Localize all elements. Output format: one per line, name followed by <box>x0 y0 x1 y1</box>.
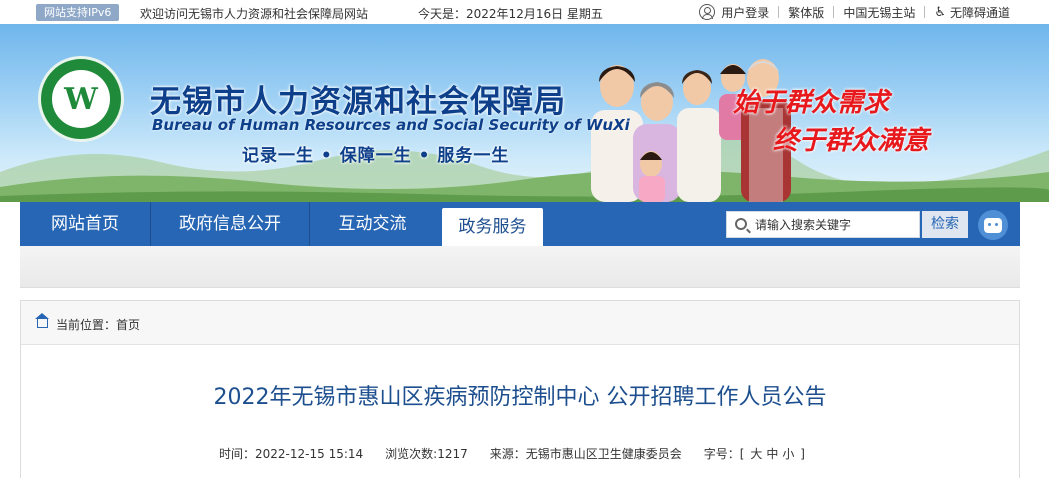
font-size-control: 字号：[ 大中小 ] <box>704 447 805 461</box>
top-links: 用户登录 繁体版 中国无锡主站 ♿ 无障碍通道 <box>690 3 1019 21</box>
views-value: 1217 <box>437 447 468 461</box>
top-bar: 网站支持IPv6 欢迎访问无锡市人力资源和社会保障局网站 今天是：2022年12… <box>0 0 1049 24</box>
font-size-bracket-open: [ <box>739 447 745 461</box>
article-title: 2022年无锡市惠山区疾病预防控制中心 公开招聘工作人员公告 <box>213 385 827 410</box>
today-date: 今天是：2022年12月16日 星期五 <box>418 5 603 22</box>
search-icon <box>735 218 747 230</box>
motto-line-1: 始于群众需求 <box>733 88 890 118</box>
site-title-cn: 无锡市人力资源和社会保障局 <box>150 84 566 120</box>
views-label: 浏览次数: <box>385 447 438 461</box>
nav-item-interaction[interactable]: 互动交流 <box>310 202 435 246</box>
breadcrumb-home-link[interactable]: 首页 <box>116 318 140 332</box>
sub-nav-strip <box>20 246 1020 288</box>
traditional-link[interactable]: 繁体版 <box>779 3 833 21</box>
article-panel: 当前位置：首页 2022年无锡市惠山区疾病预防控制中心 公开招聘工作人员公告 时… <box>20 300 1020 478</box>
user-icon <box>699 4 716 20</box>
banner-slogan: 记录一生 • 保障一生 • 服务一生 <box>242 146 510 166</box>
today-value: 2022年12月16日 星期五 <box>466 7 603 21</box>
ipv6-badge: 网站支持IPv6 <box>36 4 120 21</box>
breadcrumb-label: 当前位置： <box>56 318 117 332</box>
breadcrumb: 当前位置：首页 <box>21 301 1019 345</box>
accessibility-label: 无障碍通道 <box>949 5 1010 20</box>
bureau-logo[interactable]: W <box>38 56 124 142</box>
search-button[interactable]: 检索 <box>922 211 968 238</box>
article-meta: 时间：2022-12-15 15:14 浏览次数:1217 来源：无锡市惠山区卫生健… <box>219 445 805 462</box>
login-link[interactable]: 用户登录 <box>690 3 778 21</box>
accessibility-icon: ♿ <box>934 4 946 20</box>
wuxi-site-link[interactable]: 中国无锡主站 <box>834 3 924 21</box>
home-icon <box>35 313 49 328</box>
today-label: 今天是： <box>418 7 467 21</box>
assistant-robot-icon[interactable] <box>978 210 1008 240</box>
logo-emblem: W <box>52 70 110 128</box>
motto-line-2: 终于群众满意 <box>773 126 930 156</box>
font-size-medium[interactable]: 中 <box>766 447 778 461</box>
font-size-small[interactable]: 小 <box>782 447 794 461</box>
source-value: 无锡市惠山区卫生健康委员会 <box>525 447 682 461</box>
nav-item-gov-services[interactable]: 政务服务 <box>442 208 543 246</box>
welcome-text: 欢迎访问无锡市人力资源和社会保障局网站 <box>140 7 369 21</box>
nav-item-home[interactable]: 网站首页 <box>20 202 150 246</box>
accessibility-link[interactable]: ♿ 无障碍通道 <box>925 3 1019 21</box>
login-label: 用户登录 <box>721 5 770 20</box>
site-title-en: Bureau of Human Resources and Social Sec… <box>152 116 630 134</box>
breadcrumb-text: 当前位置：首页 <box>56 316 140 333</box>
main-nav: 网站首页 政府信息公开 互动交流 政务服务 检索 <box>20 202 1020 246</box>
source-label: 来源： <box>489 447 526 461</box>
font-size-bracket-close: ] <box>800 447 805 461</box>
time-value: 2022-12-15 15:14 <box>255 447 364 461</box>
search-box <box>726 211 920 238</box>
robot-face <box>984 217 1002 233</box>
time-label: 时间： <box>219 447 256 461</box>
search-input[interactable] <box>755 212 915 237</box>
font-size-large[interactable]: 大 <box>750 447 762 461</box>
font-size-label: 字号： <box>703 447 740 461</box>
nav-item-gov-info[interactable]: 政府信息公开 <box>151 202 309 246</box>
header-banner: W 无锡市人力资源和社会保障局 Bureau of Human Resource… <box>0 24 1049 202</box>
